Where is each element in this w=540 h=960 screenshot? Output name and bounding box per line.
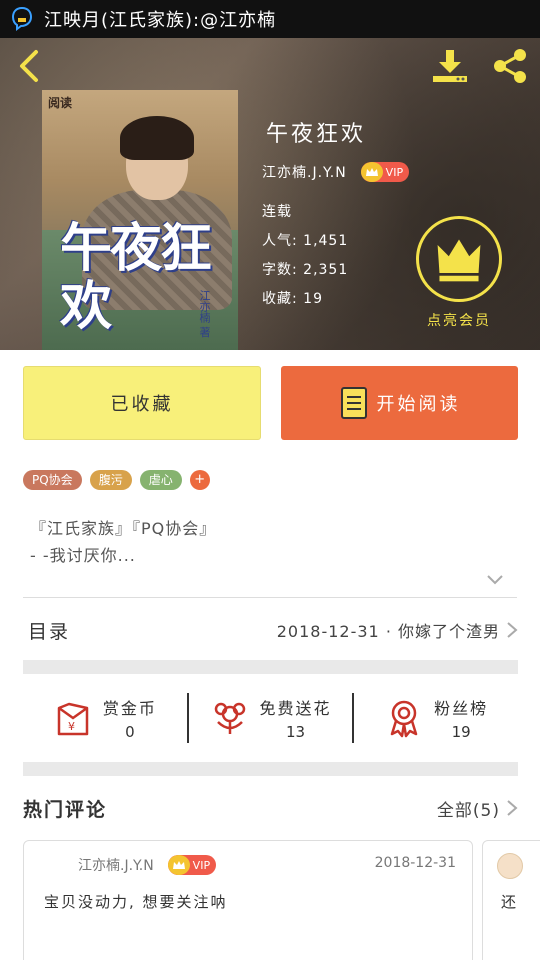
section-separator — [23, 762, 518, 776]
author-row[interactable]: 江亦楠.J.Y.N VIP — [262, 162, 410, 182]
hot-comments-header: 热门评论 全部(5) — [23, 786, 518, 830]
comment-card[interactable]: 还 — [482, 840, 540, 960]
vip-label: VIP — [385, 165, 404, 179]
catalog-latest-chapter: 2018-12-31 · 你嫁了个渣男 — [276, 622, 500, 641]
stat-coins-label: 赏金币 — [102, 699, 157, 718]
book-status: 连载 — [262, 204, 292, 220]
author-name[interactable]: 江亦楠.J.Y.N — [262, 162, 347, 182]
download-icon[interactable] — [430, 46, 470, 86]
stat-fans-label: 粉丝榜 — [434, 699, 489, 718]
stat-coins[interactable]: ¥ 赏金币 0 — [23, 676, 187, 760]
svg-text:¥: ¥ — [68, 720, 75, 733]
book-cover[interactable]: 阅读 午夜狂欢 江亦楠 著 — [42, 90, 238, 350]
all-comments-link[interactable]: 全部(5) — [437, 796, 518, 821]
start-reading-button[interactable]: 开始阅读 — [281, 366, 518, 440]
tag-pq[interactable]: PQ协会 — [23, 470, 82, 490]
tag-fuwu[interactable]: 腹污 — [89, 470, 132, 490]
vip-crown-icon — [167, 855, 190, 875]
stat-flowers-value: 13 — [285, 723, 306, 741]
book-header: 阅读 午夜狂欢 江亦楠 著 午夜狂欢 江亦楠.J.Y.N VIP 连载 人气: … — [0, 38, 540, 350]
stat-flowers[interactable]: 免费送花 13 — [189, 676, 353, 760]
start-reading-label: 开始阅读 — [376, 394, 461, 415]
stats-row: ¥ 赏金币 0 免费送花 13 粉丝榜 19 — [23, 676, 518, 760]
tag-nuexin[interactable]: 虐心 — [139, 470, 182, 490]
book-popularity: 人气: 1,451 — [262, 233, 349, 249]
comment-user-name: 江亦楠.J.Y.N — [78, 858, 154, 874]
tag-list: PQ协会 腹污 虐心 + — [23, 470, 210, 490]
tag-more-button[interactable]: + — [189, 470, 210, 490]
vip-badge: VIP — [167, 855, 217, 875]
book-word-count: 字数: 2,351 — [262, 262, 349, 278]
share-icon[interactable] — [490, 48, 530, 84]
book-favorites: 收藏: 19 — [262, 291, 323, 307]
stat-coins-value: 0 — [125, 723, 135, 741]
avatar[interactable] — [497, 853, 523, 879]
status-bar: 江映月(江氏家族):@江亦楠 — [0, 0, 540, 38]
flower-icon — [214, 702, 245, 734]
stat-flowers-label: 免费送花 — [259, 699, 332, 718]
vip-crown-icon — [360, 162, 383, 182]
cover-figure-hair — [120, 116, 194, 160]
award-ribbon-icon — [390, 700, 418, 738]
cover-mark: 阅读 — [48, 96, 73, 110]
cover-author-art: 江亦楠 著 — [198, 290, 211, 338]
favorite-button[interactable]: 已收藏 — [23, 366, 261, 440]
intro-line-1: 『江氏家族』『PQ协会』 — [30, 519, 217, 538]
comment-card[interactable]: 江亦楠.J.Y.N VIP 2018-12-31 宝贝没动力, 想要关注呐 — [23, 840, 473, 960]
red-envelope-icon: ¥ — [57, 702, 89, 736]
hot-comments-title: 热门评论 — [23, 798, 108, 821]
comment-text: 宝贝没动力, 想要关注呐 — [44, 893, 228, 911]
chevron-right-icon — [507, 800, 518, 816]
vip-badge: VIP — [360, 162, 410, 182]
comment-date: 2018-12-31 — [374, 855, 456, 871]
crown-icon[interactable] — [416, 216, 502, 302]
book-intro: 『江氏家族』『PQ协会』 - -我讨厌你... — [30, 515, 216, 569]
back-button[interactable] — [14, 48, 44, 84]
chevron-right-icon — [507, 622, 518, 638]
section-separator — [23, 660, 518, 674]
favorite-label: 已收藏 — [110, 394, 174, 415]
catalog-row[interactable]: 目录 2018-12-31 · 你嫁了个渣男 — [23, 600, 518, 660]
divider — [23, 597, 517, 598]
intro-line-2: - -我讨厌你... — [30, 546, 136, 565]
all-comments-label: 全部(5) — [436, 800, 500, 821]
vip-label: VIP — [192, 858, 211, 872]
comment-text: 还 — [501, 893, 517, 911]
catalog-label: 目录 — [28, 620, 71, 643]
member-label[interactable]: 点亮会员 — [404, 310, 514, 330]
book-icon — [340, 387, 367, 419]
comment-user[interactable]: 江亦楠.J.Y.N VIP — [78, 855, 217, 875]
stat-fans-value: 19 — [451, 723, 471, 741]
book-title: 午夜狂欢 — [266, 122, 367, 147]
chevron-down-icon[interactable] — [486, 574, 504, 586]
status-title: 江映月(江氏家族):@江亦楠 — [44, 10, 277, 31]
chat-bubble-icon — [11, 6, 33, 31]
stat-fans[interactable]: 粉丝榜 19 — [354, 676, 518, 760]
